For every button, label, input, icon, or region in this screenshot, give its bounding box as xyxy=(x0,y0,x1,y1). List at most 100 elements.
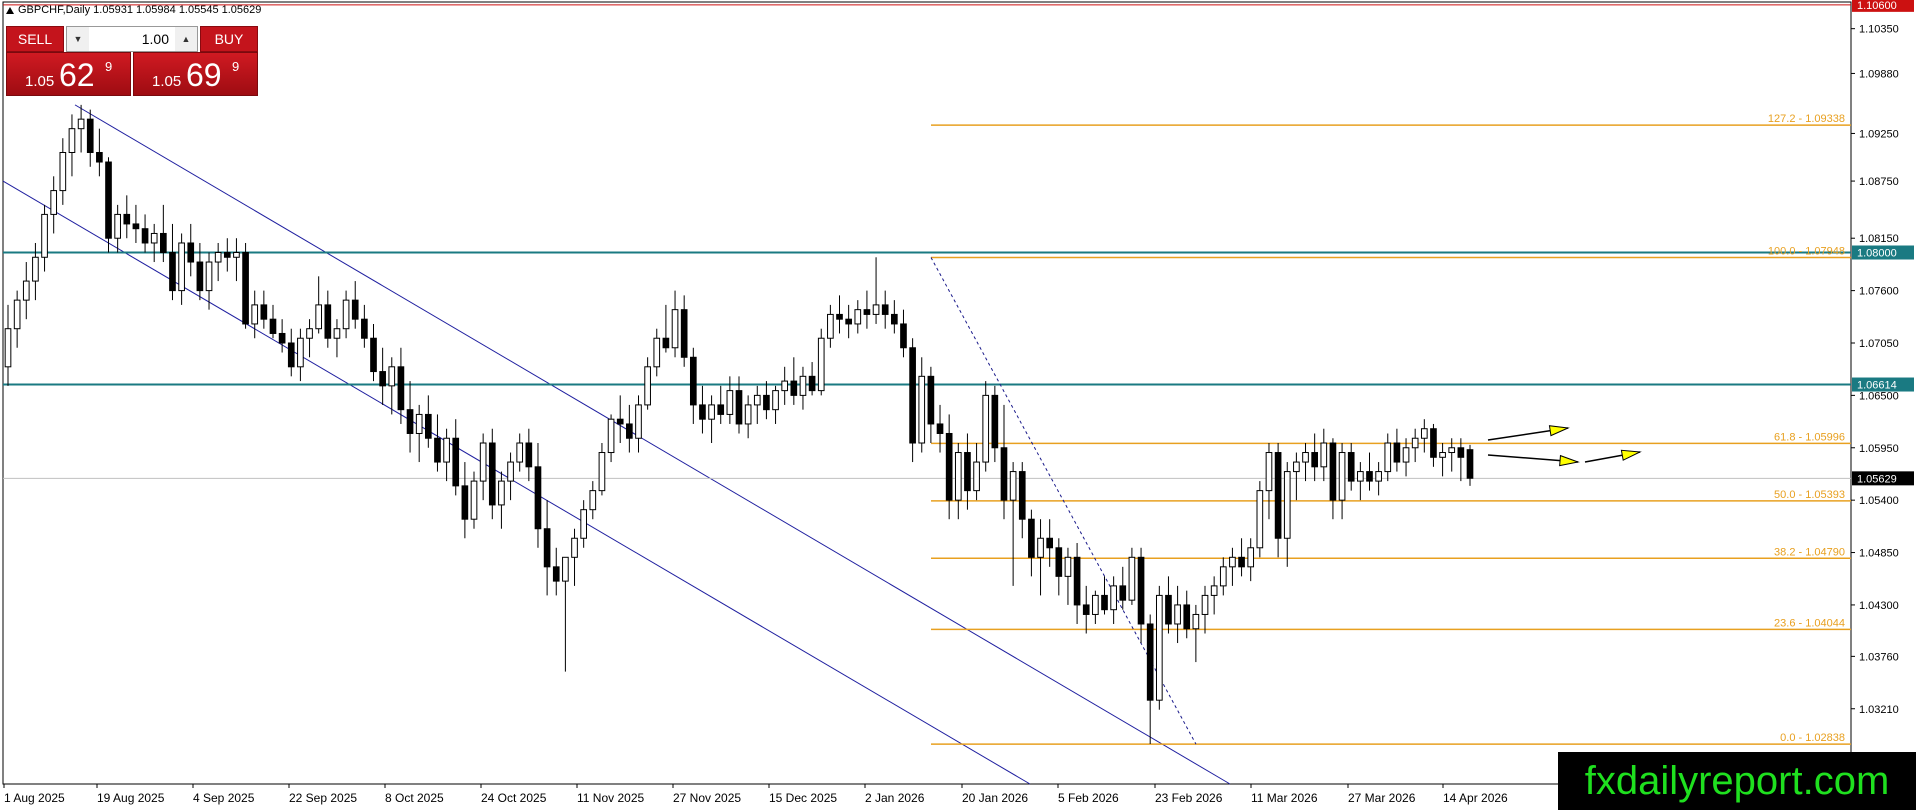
candle xyxy=(845,304,852,339)
candle-body xyxy=(1311,452,1318,468)
candle xyxy=(114,204,121,253)
candle-body xyxy=(1155,594,1163,701)
x-axis-label: 20 Jan 2026 xyxy=(962,791,1028,805)
candle-body xyxy=(909,347,916,444)
candle xyxy=(1210,576,1218,615)
candle xyxy=(415,404,423,463)
candle xyxy=(900,309,907,358)
candle-body xyxy=(306,328,313,339)
candle-body xyxy=(1366,471,1373,482)
candle-body xyxy=(552,566,560,582)
candle-body xyxy=(1238,556,1245,568)
candle-body xyxy=(699,404,706,420)
buy-button[interactable]: BUY xyxy=(200,26,258,52)
candle xyxy=(1046,519,1054,567)
candle xyxy=(543,500,551,596)
buy-price-quote[interactable]: 1.05 69 9 xyxy=(133,52,258,96)
candle-body xyxy=(1302,452,1309,463)
candle-body xyxy=(59,151,67,192)
x-axis-label: 22 Sep 2025 xyxy=(289,791,357,805)
y-axis-label: 1.07600 xyxy=(1859,286,1899,298)
candle xyxy=(753,385,761,424)
candle-body xyxy=(388,366,396,387)
x-axis-label: 24 Oct 2025 xyxy=(481,791,547,805)
candle-body xyxy=(470,480,478,520)
candle-body xyxy=(1101,594,1108,611)
y-axis-label: 1.03210 xyxy=(1859,704,1899,716)
candle xyxy=(1174,585,1181,644)
candle xyxy=(1229,547,1236,586)
candle-body xyxy=(370,337,377,373)
candle xyxy=(68,114,76,177)
candle xyxy=(772,385,779,424)
candle-body xyxy=(827,313,834,339)
x-axis-label: 27 Nov 2025 xyxy=(673,791,741,805)
candle xyxy=(881,290,889,329)
candle xyxy=(4,304,12,386)
candle-body xyxy=(964,452,971,492)
candle-body xyxy=(982,394,990,463)
candle-body xyxy=(954,452,962,501)
candle xyxy=(616,395,624,444)
candle xyxy=(1183,590,1191,639)
candle xyxy=(534,443,542,548)
candle-body xyxy=(534,466,542,530)
x-axis-label: 15 Dec 2025 xyxy=(769,791,837,805)
candle xyxy=(105,157,112,253)
candle xyxy=(1375,462,1382,496)
candle xyxy=(552,547,560,596)
candle-body xyxy=(580,509,587,539)
candle-body xyxy=(516,442,524,463)
sell-button[interactable]: SELL xyxy=(6,26,64,52)
candle xyxy=(790,357,798,405)
candle-body xyxy=(132,223,140,230)
candle-body xyxy=(488,442,496,506)
candle-body xyxy=(1329,442,1337,501)
candle xyxy=(808,362,816,396)
candle-body xyxy=(1128,556,1136,601)
candle-body xyxy=(86,118,94,153)
candle-body xyxy=(13,299,21,330)
candle-body xyxy=(781,380,789,392)
lot-size-input[interactable]: 1.00 xyxy=(89,31,175,47)
candle xyxy=(1366,452,1373,491)
candle-body xyxy=(1009,471,1017,501)
candle xyxy=(1329,438,1337,520)
candle xyxy=(1082,585,1090,634)
chevron-down-icon[interactable]: ▼ xyxy=(67,27,89,51)
candle-body xyxy=(1119,585,1127,601)
candle-body xyxy=(1430,428,1437,458)
candle xyxy=(662,304,670,353)
candle-body xyxy=(1219,566,1227,587)
candle xyxy=(260,290,268,329)
y-axis-label: 1.06500 xyxy=(1859,390,1899,402)
candle-body xyxy=(1247,547,1255,568)
candle-body xyxy=(1192,613,1200,630)
candle-body xyxy=(479,442,487,482)
candle-body xyxy=(872,304,880,315)
candle xyxy=(13,290,21,348)
candle xyxy=(278,319,286,353)
lot-size-stepper[interactable]: ▼ 1.00 ▲ xyxy=(66,26,198,52)
candle xyxy=(653,328,661,377)
candle xyxy=(1110,576,1117,624)
fib-level-label: 127.2 - 1.09338 xyxy=(1768,113,1845,125)
sell-price-quote[interactable]: 1.05 62 9 xyxy=(6,52,131,96)
candle-body xyxy=(1320,442,1328,468)
candle xyxy=(1146,614,1154,744)
candle-body xyxy=(269,318,277,334)
candle-body xyxy=(397,366,405,411)
candle xyxy=(1000,404,1008,520)
chevron-up-icon[interactable]: ▲ xyxy=(175,27,197,51)
candle-body xyxy=(324,304,332,339)
candle-body xyxy=(1420,428,1428,439)
candle-body xyxy=(1183,604,1191,630)
candle xyxy=(1037,519,1044,596)
candle xyxy=(1219,557,1227,596)
triangle-icon xyxy=(6,6,14,14)
candle-body xyxy=(717,404,725,415)
price-chart[interactable]: 127.2 - 1.09338 100.0 - 1.07948 61.8 - 1.0… xyxy=(0,0,1916,810)
candle xyxy=(1155,585,1163,710)
candle-body xyxy=(105,161,112,239)
x-axis-label: 8 Oct 2025 xyxy=(385,791,444,805)
